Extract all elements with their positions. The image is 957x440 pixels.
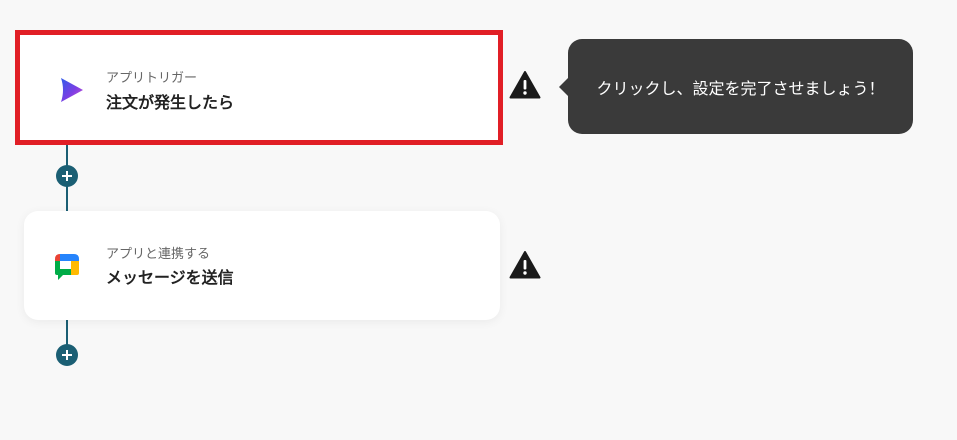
onboarding-tooltip: クリックし、設定を完了させましょう！ [559, 39, 913, 134]
step-subtitle: アプリトリガー [106, 71, 198, 86]
step-subtitle: アプリと連携する [106, 247, 211, 262]
warning-icon [509, 71, 541, 99]
trigger-step-card[interactable]: アプリトリガー 注文が発生したら [15, 30, 503, 145]
add-step-button[interactable] [56, 344, 78, 366]
tooltip-text: クリックし、設定を完了させましょう！ [596, 78, 885, 98]
action-step-card[interactable]: アプリと連携する メッセージを送信 [24, 211, 500, 320]
warning-icon [509, 251, 541, 279]
add-step-button[interactable] [56, 165, 78, 187]
step-title: 注文が発生したら [106, 93, 235, 112]
step-title: メッセージを送信 [106, 268, 234, 287]
google-chat-icon [55, 254, 79, 280]
play-triangle-icon [61, 78, 83, 102]
